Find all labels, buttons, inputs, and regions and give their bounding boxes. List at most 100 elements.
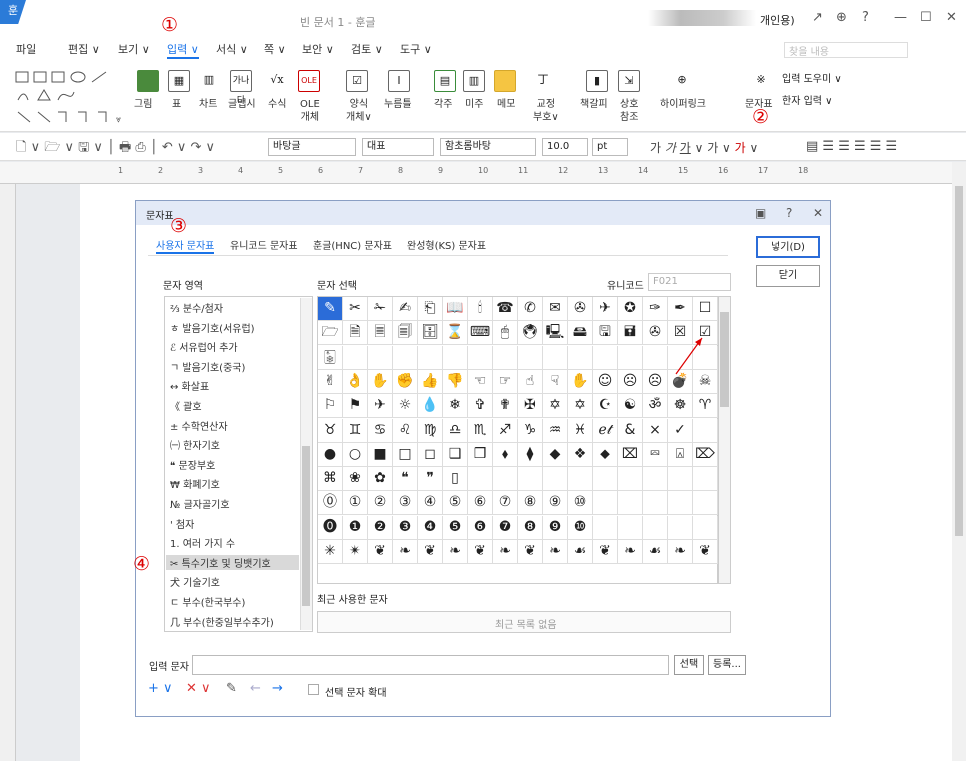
font-select[interactable]: 함초롬바탕: [440, 138, 536, 156]
char-cell[interactable]: ■: [368, 442, 393, 467]
style-select[interactable]: 바탕글: [268, 138, 356, 156]
area-list-item[interactable]: ㈠ 한자기호: [170, 437, 220, 452]
delete-icon[interactable]: ✕ ∨: [186, 681, 211, 696]
char-cell[interactable]: ♈: [693, 394, 718, 419]
endnote-icon[interactable]: ▥: [463, 70, 485, 92]
char-cell[interactable]: ⑥: [468, 491, 493, 516]
char-cell[interactable]: ♓: [568, 418, 593, 443]
new-doc-icon[interactable]: 🗋 ∨ 🗁 ∨ 🖫 ∨ │ 🖶 ⎙ │ ↶ ∨ ↷ ∨: [16, 138, 215, 160]
char-cell[interactable]: ❦: [593, 540, 618, 564]
char-cell[interactable]: ❄: [443, 394, 468, 419]
char-cell[interactable]: 🀩: [318, 345, 343, 370]
char-cell[interactable]: ②: [368, 491, 393, 516]
char-cell[interactable]: ⍓: [668, 442, 693, 467]
proof-icon[interactable]: 丁: [532, 70, 554, 92]
area-scroll-thumb[interactable]: [302, 446, 310, 606]
menu-view[interactable]: 보기 ∨: [118, 41, 150, 57]
char-cell[interactable]: ☹: [618, 369, 643, 394]
char-cell[interactable]: [618, 345, 643, 370]
char-cell[interactable]: ☙: [568, 540, 593, 564]
char-format-buttons[interactable]: 가 가 가 ∨ 가 ∨ 가 ∨: [650, 139, 758, 156]
char-cell[interactable]: ☟: [543, 369, 568, 394]
char-cell[interactable]: ✋: [368, 369, 393, 394]
char-cell[interactable]: [643, 345, 668, 370]
char-cell[interactable]: ✈: [593, 297, 618, 321]
area-list-item[interactable]: ± 수학연산자: [170, 418, 228, 433]
char-cell[interactable]: ⑩: [568, 491, 593, 516]
char-cell[interactable]: ❧: [618, 540, 643, 564]
char-cell[interactable]: ✇: [643, 321, 668, 346]
form-icon[interactable]: ☑: [346, 70, 368, 92]
char-cell[interactable]: [468, 467, 493, 492]
area-list-item[interactable]: 《 괄호: [170, 398, 202, 413]
char-cell[interactable]: ⑨: [543, 491, 568, 516]
char-cell[interactable]: ⮹: [643, 442, 668, 467]
char-cell[interactable]: [693, 491, 718, 516]
char-cell[interactable]: ♏: [468, 418, 493, 443]
char-cell[interactable]: [643, 467, 668, 492]
font-size-input[interactable]: 10.0: [542, 138, 588, 156]
char-cell[interactable]: 🖱: [493, 321, 518, 346]
tab-ks-charmap[interactable]: 완성형(KS) 문자표: [407, 237, 486, 252]
char-cell[interactable]: ❽: [518, 515, 543, 540]
char-cell[interactable]: ❧: [493, 540, 518, 564]
char-cell[interactable]: ✳: [318, 540, 343, 564]
char-cell[interactable]: ✂: [343, 297, 368, 321]
char-cell[interactable]: ❀: [343, 467, 368, 492]
char-cell[interactable]: [493, 345, 518, 370]
char-cell[interactable]: [468, 345, 493, 370]
menu-format[interactable]: 서식 ∨: [216, 41, 248, 57]
font-type-select[interactable]: 대표: [362, 138, 434, 156]
add-icon[interactable]: + ∨: [148, 681, 173, 696]
char-cell[interactable]: 🖲: [518, 321, 543, 346]
wordart-icon[interactable]: 가나다: [230, 70, 252, 106]
select-char-button[interactable]: 선택: [674, 655, 704, 675]
char-cell[interactable]: [418, 345, 443, 370]
char-cell[interactable]: ✞: [468, 394, 493, 419]
char-cell[interactable]: □: [393, 442, 418, 467]
restore-icon[interactable]: ↗: [812, 10, 823, 25]
char-cell[interactable]: ⌛: [443, 321, 468, 346]
char-cell[interactable]: ✇: [568, 297, 593, 321]
char-cell[interactable]: ×: [643, 418, 668, 443]
char-cell[interactable]: ☺: [593, 369, 618, 394]
char-cell[interactable]: [543, 467, 568, 492]
char-cell[interactable]: &: [618, 418, 643, 443]
char-cell[interactable]: [368, 345, 393, 370]
dialog-icon[interactable]: ▣: [755, 206, 766, 220]
char-cell[interactable]: ℯ𝓉: [593, 418, 618, 443]
char-cell[interactable]: ⌦: [693, 442, 718, 467]
char-cell[interactable]: ❾: [543, 515, 568, 540]
char-cell[interactable]: 🗏: [368, 321, 393, 346]
char-cell[interactable]: ❻: [468, 515, 493, 540]
document-scroll-thumb[interactable]: [955, 186, 963, 536]
char-cell[interactable]: ♋: [368, 418, 393, 443]
char-cell[interactable]: ✟: [493, 394, 518, 419]
char-cell[interactable]: ❦: [368, 540, 393, 564]
char-cell[interactable]: ❸: [393, 515, 418, 540]
char-cell[interactable]: [343, 345, 368, 370]
char-cell[interactable]: ❧: [393, 540, 418, 564]
char-cell[interactable]: ⚐: [318, 394, 343, 419]
area-list-item[interactable]: ℰ 서유럽어 추가: [170, 339, 238, 354]
char-cell[interactable]: [518, 467, 543, 492]
char-cell[interactable]: 👌: [343, 369, 368, 394]
char-cell[interactable]: ⌘: [318, 467, 343, 492]
char-cell[interactable]: [668, 491, 693, 516]
char-cell[interactable]: [593, 491, 618, 516]
char-cell[interactable]: ⌧: [618, 442, 643, 467]
char-cell[interactable]: ⓿: [318, 515, 343, 540]
char-cell[interactable]: ❞: [418, 467, 443, 492]
enlarge-checkbox[interactable]: [308, 684, 319, 695]
char-cell[interactable]: ❖: [568, 442, 593, 467]
grid-scroll-thumb[interactable]: [720, 312, 729, 407]
char-cell[interactable]: ♍: [418, 418, 443, 443]
char-cell[interactable]: ❧: [668, 540, 693, 564]
bookmark-icon[interactable]: ▮: [586, 70, 608, 92]
char-cell[interactable]: ☪: [593, 394, 618, 419]
ole-icon[interactable]: OLE: [298, 70, 320, 92]
char-cell[interactable]: ✎: [318, 297, 343, 321]
char-cell[interactable]: ✡: [543, 394, 568, 419]
char-cell[interactable]: ◆: [543, 442, 568, 467]
char-cell[interactable]: ⬥: [593, 442, 618, 467]
